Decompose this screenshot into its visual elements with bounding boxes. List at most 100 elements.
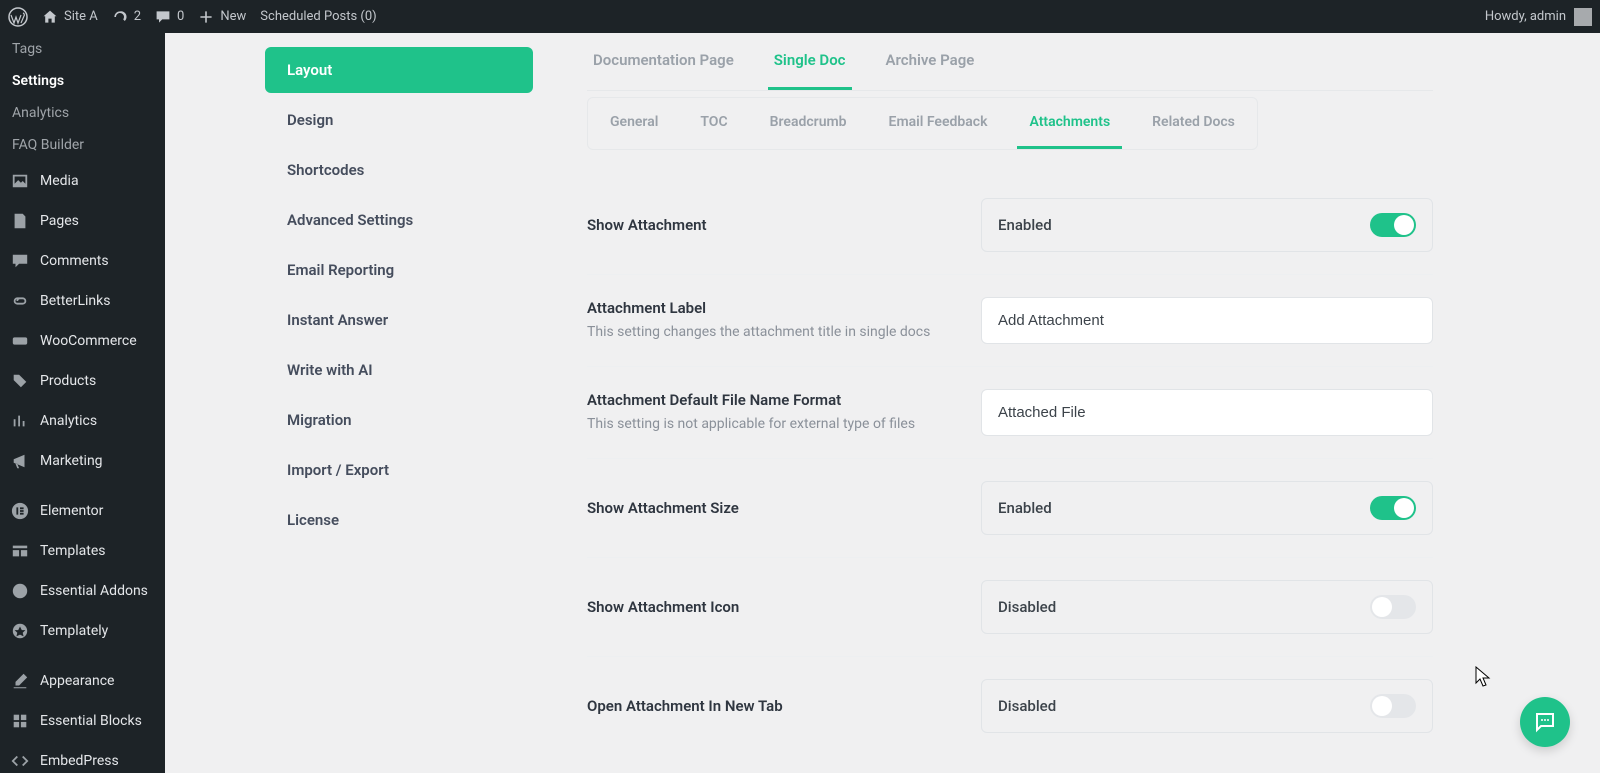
new-menu[interactable]: New [198, 9, 246, 25]
wp-menu-item[interactable]: Essential Addons [0, 571, 165, 611]
setting-label: Open Attachment In New Tab [587, 697, 957, 715]
updates-menu[interactable]: 2 [112, 9, 141, 25]
site-name-label: Site A [64, 9, 98, 24]
single-doc-subtab[interactable]: Related Docs [1140, 98, 1247, 149]
doc-type-tabs: Documentation Page Single Doc Archive Page [587, 33, 1433, 91]
new-label: New [220, 9, 246, 24]
chat-fab[interactable] [1520, 697, 1570, 747]
wp-menu-item[interactable]: Templately [0, 611, 165, 651]
menu-label: BetterLinks [40, 293, 110, 309]
setting-new-tab: Open Attachment In New Tab Disabled [587, 657, 1433, 755]
wp-menu-item[interactable]: Media [0, 161, 165, 201]
wp-admin-sidebar: TagsSettingsAnalyticsFAQ BuilderMediaPag… [0, 33, 165, 773]
settings-panel-nav: LayoutDesignShortcodesAdvanced SettingsE… [265, 33, 533, 773]
menu-icon [10, 621, 30, 641]
panel-nav-item[interactable]: Instant Answer [265, 297, 533, 343]
setting-show-attachment: Show Attachment Enabled [587, 176, 1433, 275]
panel-nav-item[interactable]: Layout [265, 47, 533, 93]
wp-menu-item[interactable]: WooCommerce [0, 321, 165, 361]
single-doc-subtabs: General TOC Breadcrumb Email Feedback Attach… [587, 97, 1258, 150]
wp-menu-item[interactable]: Pages [0, 201, 165, 241]
menu-label: Comments [40, 253, 109, 269]
menu-icon [10, 331, 30, 351]
menu-icon [10, 371, 30, 391]
wp-menu-item[interactable]: Elementor [0, 491, 165, 531]
default-filename-input[interactable] [981, 389, 1433, 436]
refresh-icon [112, 9, 128, 25]
howdy-menu[interactable]: Howdy, admin [1485, 9, 1566, 24]
toggle-container: Disabled [981, 679, 1433, 733]
avatar[interactable] [1574, 8, 1592, 26]
menu-label: Elementor [40, 503, 103, 519]
panel-nav-item[interactable]: Design [265, 97, 533, 143]
menu-label: Marketing [40, 453, 103, 469]
show-attachment-toggle[interactable] [1370, 213, 1416, 237]
wp-logo-icon[interactable] [8, 7, 28, 27]
menu-label: Essential Blocks [40, 713, 142, 729]
wp-menu-item[interactable]: Comments [0, 241, 165, 281]
single-doc-subtab[interactable]: Email Feedback [877, 98, 1000, 149]
setting-show-icon: Show Attachment Icon Disabled [587, 558, 1433, 657]
wp-menu-item[interactable]: Appearance [0, 661, 165, 701]
menu-label: EmbedPress [40, 753, 119, 769]
toggle-container: Enabled [981, 198, 1433, 252]
setting-label: Attachment Label [587, 299, 957, 317]
wp-menu-item[interactable]: EmbedPress [0, 741, 165, 773]
single-doc-subtab[interactable]: General [598, 98, 670, 149]
doc-type-tab[interactable]: Single Doc [768, 51, 852, 90]
wp-menu-item[interactable]: Essential Blocks [0, 701, 165, 741]
menu-label: Analytics [40, 413, 97, 429]
setting-show-size: Show Attachment Size Enabled [587, 459, 1433, 558]
menu-label: Templates [40, 543, 106, 559]
menu-label: Media [40, 173, 79, 189]
wp-submenu-item[interactable]: Tags [0, 33, 165, 65]
comments-menu[interactable]: 0 [155, 9, 184, 25]
show-icon-toggle[interactable] [1370, 595, 1416, 619]
setting-label: Show Attachment Icon [587, 598, 957, 616]
doc-type-tab[interactable]: Documentation Page [587, 51, 740, 90]
menu-icon [10, 581, 30, 601]
menu-label: Products [40, 373, 96, 389]
status-text: Enabled [998, 499, 1052, 517]
content-area: LayoutDesignShortcodesAdvanced SettingsE… [165, 33, 1600, 773]
panel-nav-item[interactable]: License [265, 497, 533, 543]
toggle-container: Enabled [981, 481, 1433, 535]
setting-desc: This setting changes the attachment titl… [587, 323, 957, 343]
panel-nav-item[interactable]: Advanced Settings [265, 197, 533, 243]
menu-label: WooCommerce [40, 333, 137, 349]
wp-adminbar: Site A 2 0 New Scheduled Posts (0) Howdy… [0, 0, 1600, 33]
new-tab-toggle[interactable] [1370, 694, 1416, 718]
chat-icon [1533, 710, 1557, 734]
panel-nav-item[interactable]: Write with AI [265, 347, 533, 393]
doc-type-tab[interactable]: Archive Page [880, 51, 981, 90]
menu-icon [10, 671, 30, 691]
single-doc-subtab[interactable]: Attachments [1017, 98, 1122, 149]
panel-nav-item[interactable]: Import / Export [265, 447, 533, 493]
menu-icon [10, 251, 30, 271]
wp-submenu-item[interactable]: Analytics [0, 97, 165, 129]
wp-menu-item[interactable]: Marketing [0, 441, 165, 481]
single-doc-subtab[interactable]: TOC [688, 98, 739, 149]
wp-menu-item[interactable]: BetterLinks [0, 281, 165, 321]
comment-icon [155, 9, 171, 25]
updates-count: 2 [134, 9, 141, 24]
site-menu[interactable]: Site A [42, 9, 98, 25]
scheduled-posts-menu[interactable]: Scheduled Posts (0) [260, 9, 376, 24]
panel-nav-item[interactable]: Email Reporting [265, 247, 533, 293]
single-doc-subtab[interactable]: Breadcrumb [758, 98, 859, 149]
status-text: Enabled [998, 216, 1052, 234]
attachment-label-input[interactable] [981, 297, 1433, 344]
wp-menu-item[interactable]: Products [0, 361, 165, 401]
wp-menu-item[interactable]: Templates [0, 531, 165, 571]
menu-label: Templately [40, 623, 108, 639]
wp-submenu-item[interactable]: Settings [0, 65, 165, 97]
home-icon [42, 9, 58, 25]
show-size-toggle[interactable] [1370, 496, 1416, 520]
panel-nav-item[interactable]: Shortcodes [265, 147, 533, 193]
wp-submenu-item[interactable]: FAQ Builder [0, 129, 165, 161]
wp-menu-item[interactable]: Analytics [0, 401, 165, 441]
panel-nav-item[interactable]: Migration [265, 397, 533, 443]
menu-icon [10, 211, 30, 231]
menu-label: Essential Addons [40, 583, 148, 599]
status-text: Disabled [998, 598, 1056, 616]
